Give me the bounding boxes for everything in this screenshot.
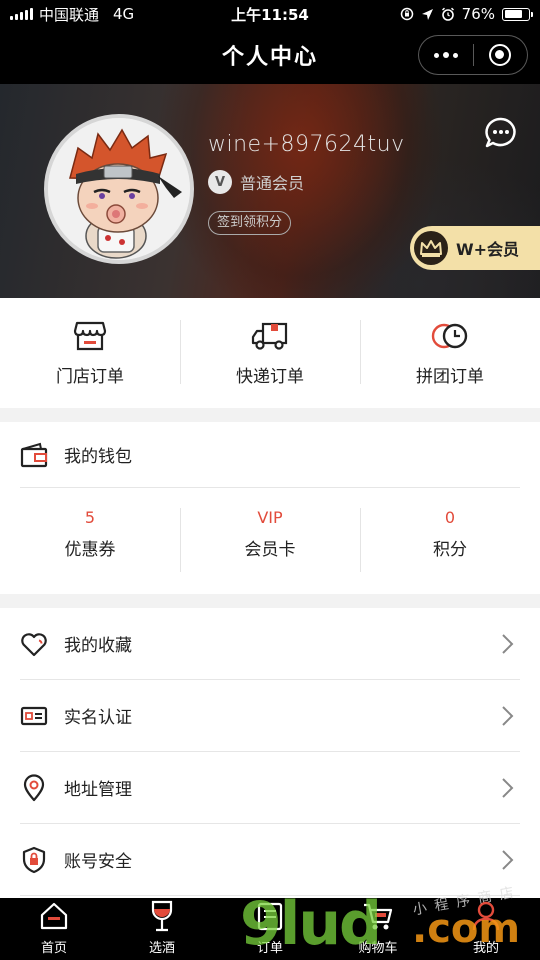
network-label: 4G xyxy=(113,5,135,23)
menu-item-address[interactable]: 地址管理 xyxy=(20,752,520,824)
coupon-label: 优惠券 xyxy=(64,540,116,560)
tab-wine[interactable]: 选酒 xyxy=(108,898,216,960)
store-icon xyxy=(70,320,110,352)
battery-percent: 76% xyxy=(461,5,495,23)
group-order-label: 拼团订单 xyxy=(416,366,484,387)
store-order-button[interactable]: 门店订单 xyxy=(0,320,180,387)
alarm-icon xyxy=(441,7,454,21)
signal-icon xyxy=(10,8,33,20)
tab-label-home: 首页 xyxy=(40,941,67,956)
coupon-count: 5 xyxy=(84,508,96,527)
menu-item-verification[interactable]: 实名认证 xyxy=(20,680,520,752)
profile-page: 中国联通 4G 上午11:54 76% 个人中心 wine+897624tuv … xyxy=(0,0,540,960)
nav-bar: 个人中心 xyxy=(0,28,540,84)
crown-icon xyxy=(414,231,448,265)
menu-label-favorites: 我的收藏 xyxy=(64,636,132,656)
profile-header: wine+897624tuv V 普通会员 签到领积分 W+会员 xyxy=(0,84,540,298)
message-button[interactable] xyxy=(484,116,518,150)
shield-lock-icon xyxy=(20,846,48,874)
wallet-title: 我的钱包 xyxy=(64,447,132,467)
coupon-stat[interactable]: 5 优惠券 xyxy=(0,508,180,572)
points-stat[interactable]: 0 积分 xyxy=(360,508,540,572)
chevron-right-icon xyxy=(502,633,514,654)
signin-points-button[interactable]: 签到领积分 xyxy=(208,211,292,235)
settings-menu: 我的收藏 实名认证 地址管理 账号安全 xyxy=(0,608,540,898)
wallet-section: 我的钱包 5 优惠券 VIP 会员卡 0 积分 xyxy=(0,422,540,594)
avatar[interactable] xyxy=(44,114,194,264)
menu-item-favorites[interactable]: 我的收藏 xyxy=(20,608,520,680)
tab-home[interactable]: 首页 xyxy=(0,898,108,960)
wplus-label: W+会员 xyxy=(456,240,520,259)
more-dots-icon xyxy=(433,52,458,58)
order-icon xyxy=(253,899,287,933)
status-bar: 中国联通 4G 上午11:54 76% xyxy=(0,0,540,28)
location-arrow-icon xyxy=(421,8,433,20)
tab-cart[interactable]: 购物车 xyxy=(324,898,432,960)
menu-label-security: 账号安全 xyxy=(64,852,132,872)
mini-program-capsule xyxy=(418,35,528,75)
tab-label-cart: 购物车 xyxy=(358,941,398,956)
member-badge-icon: V xyxy=(208,170,232,194)
heart-icon xyxy=(20,630,48,658)
group-clock-icon xyxy=(430,320,470,352)
location-pin-icon xyxy=(20,773,48,802)
tab-mine[interactable]: 我的 xyxy=(432,898,540,960)
chat-bubble-icon xyxy=(485,117,516,148)
wallet-header[interactable]: 我的钱包 xyxy=(20,422,520,488)
points-label: 积分 xyxy=(433,540,467,560)
home-icon xyxy=(37,899,71,933)
points-value: 0 xyxy=(444,508,456,527)
tab-label-wine: 选酒 xyxy=(148,941,175,956)
member-level-label: 普通会员 xyxy=(240,174,305,193)
username: wine+897624tuv xyxy=(208,132,405,157)
chevron-right-icon xyxy=(502,849,514,870)
order-shortcuts: 门店订单 快递订单 拼团订单 xyxy=(0,298,540,408)
wplus-member-button[interactable]: W+会员 xyxy=(410,226,540,270)
chevron-right-icon xyxy=(502,705,514,726)
menu-label-verification: 实名认证 xyxy=(64,708,132,728)
tab-bar: 首页 选酒 订单 购物车 我的 xyxy=(0,898,540,960)
carrier-label: 中国联通 xyxy=(39,5,100,24)
wallet-stats: 5 优惠券 VIP 会员卡 0 积分 xyxy=(0,508,540,572)
more-button[interactable] xyxy=(419,36,473,74)
close-mini-program-button[interactable] xyxy=(474,36,528,74)
group-order-button[interactable]: 拼团订单 xyxy=(360,319,540,387)
member-card-stat[interactable]: VIP 会员卡 xyxy=(180,508,360,572)
menu-item-security[interactable]: 账号安全 xyxy=(20,824,520,896)
target-icon xyxy=(489,44,512,66)
cartoon-avatar-icon xyxy=(48,118,190,260)
chevron-right-icon xyxy=(502,777,514,798)
menu-label-address: 地址管理 xyxy=(64,780,132,800)
id-card-icon xyxy=(20,702,48,730)
member-card-value: VIP xyxy=(257,508,283,527)
cart-icon xyxy=(361,899,395,933)
wallet-icon xyxy=(20,441,48,469)
battery-icon xyxy=(502,7,533,21)
store-order-label: 门店订单 xyxy=(56,366,124,387)
tab-label-orders: 订单 xyxy=(256,941,283,956)
tab-label-mine: 我的 xyxy=(472,941,499,956)
wine-glass-icon xyxy=(145,899,179,933)
member-level: V 普通会员 xyxy=(208,170,304,194)
tab-orders[interactable]: 订单 xyxy=(216,898,324,960)
express-order-button[interactable]: 快递订单 xyxy=(180,319,360,387)
express-order-label: 快递订单 xyxy=(236,366,304,387)
member-card-label: 会员卡 xyxy=(244,540,296,560)
truck-icon xyxy=(250,320,290,352)
user-icon xyxy=(469,899,503,933)
rotation-lock-icon xyxy=(400,7,413,21)
